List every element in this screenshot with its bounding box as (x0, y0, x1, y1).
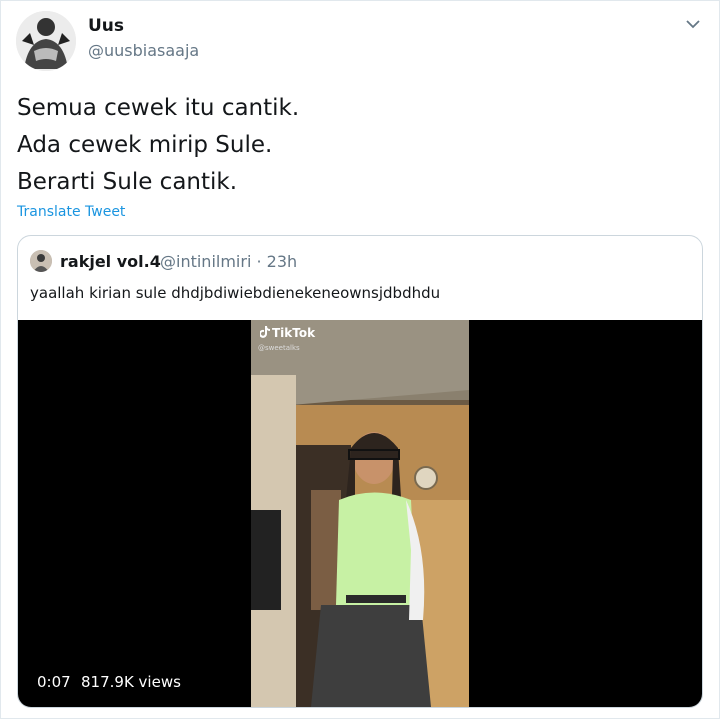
tweet-line: Berarti Sule cantik. (17, 169, 238, 195)
avatar[interactable] (16, 11, 76, 71)
tiktok-label: TikTok (272, 326, 316, 340)
video-views: 817.9K views (81, 673, 181, 691)
tiktok-logo: TikTok (259, 326, 316, 340)
tiktok-logo-icon (259, 326, 270, 338)
tweet-line: Ada cewek mirip Sule. (17, 132, 273, 158)
quoted-tweet[interactable]: rakjel vol.4 @intinilmiri · 23h yaallah … (17, 235, 703, 708)
tiktok-handle: @sweetalks (258, 344, 300, 352)
tweet-text: Semua cewek itu cantik. Ada cewek mirip … (17, 90, 299, 201)
quoted-avatar[interactable] (30, 250, 52, 272)
video-time: 0:07 (37, 673, 71, 691)
quoted-author-name[interactable]: rakjel vol.4 (60, 252, 161, 271)
chevron-down-icon[interactable] (684, 15, 702, 33)
video-frame (251, 320, 469, 707)
quoted-tweet-text: yaallah kirian sule dhdjbdiwiebdienekene… (30, 284, 441, 302)
author-handle[interactable]: @uusbiasaaja (88, 41, 199, 60)
quoted-author-meta[interactable]: @intinilmiri · 23h (160, 252, 297, 271)
video-player[interactable]: TikTok @sweetalks 0:07 817.9K views (18, 320, 702, 707)
author-name[interactable]: Uus (88, 16, 124, 36)
tweet-card: Uus @uusbiasaaja Semua cewek itu cantik.… (0, 0, 720, 719)
translate-tweet-link[interactable]: Translate Tweet (17, 204, 125, 220)
avatar-image (16, 11, 76, 71)
tweet-line: Semua cewek itu cantik. (17, 95, 300, 121)
